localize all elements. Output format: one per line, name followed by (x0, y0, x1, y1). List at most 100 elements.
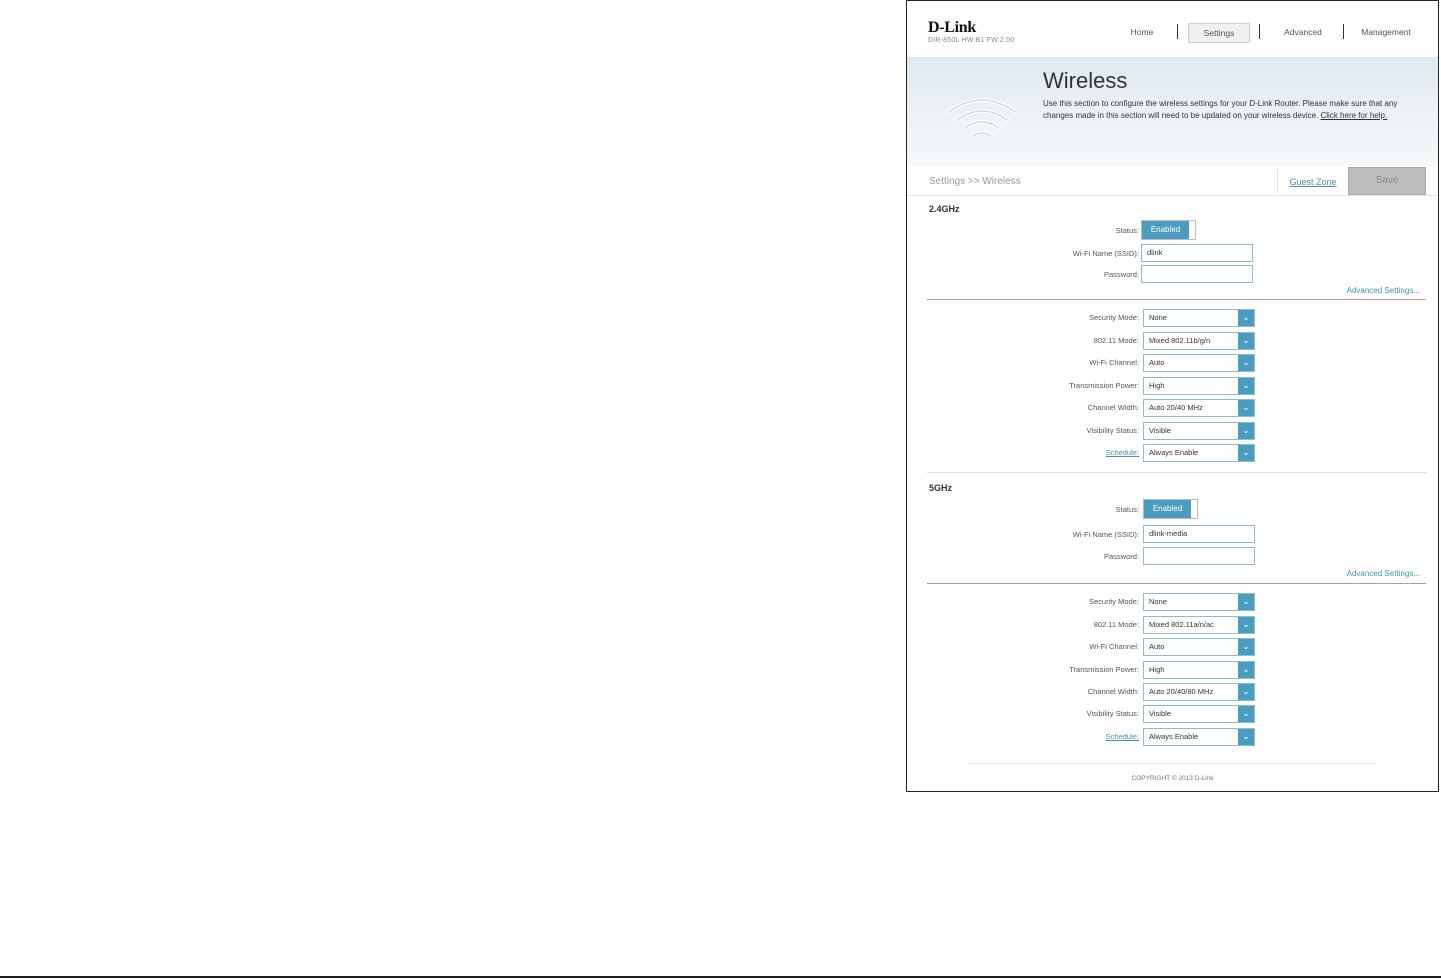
select-value: Mixed 802.11b/g/n (1149, 336, 1211, 345)
status-label: Status: (1115, 505, 1139, 514)
chevron-down-icon[interactable]: ⌄ (1238, 729, 1254, 745)
page-bottom-rule (0, 976, 1441, 978)
ssid-label: Wi-Fi Name (SSID): (1072, 249, 1139, 258)
nav-home[interactable]: Home (1119, 23, 1165, 41)
chevron-down-icon[interactable]: ⌄ (1238, 445, 1254, 461)
field-label: 802.11 Mode: (1093, 620, 1139, 629)
page-title: Wireless (1043, 68, 1128, 93)
ssid-input-24ghz[interactable]: dlink (1141, 244, 1253, 262)
chevron-down-icon[interactable]: ⌄ (1238, 706, 1254, 722)
security-mode-select-5ghz[interactable]: None ⌄ (1143, 593, 1255, 611)
width-select-5ghz[interactable]: Auto 20/40/80 MHz ⌄ (1143, 683, 1255, 701)
mode-select-5ghz[interactable]: Mixed 802.11a/n/ac ⌄ (1143, 616, 1255, 634)
chevron-down-icon[interactable]: ⌄ (1238, 333, 1254, 349)
chevron-down-icon[interactable]: ⌄ (1238, 378, 1254, 394)
chevron-down-icon[interactable]: ⌄ (1238, 355, 1254, 371)
page-banner: Wireless Use this section to configure t… (907, 58, 1438, 166)
chevron-down-icon[interactable]: ⌄ (1238, 617, 1254, 633)
select-value: Mixed 802.11a/n/ac (1149, 620, 1214, 629)
field-label: Wi-Fi Channel: (1089, 358, 1139, 367)
divider (927, 472, 1426, 473)
status-toggle-label: Enabled (1142, 221, 1189, 239)
ssid-label: Wi-Fi Name (SSID): (1072, 530, 1139, 539)
divider (927, 583, 1426, 584)
password-label: Password: (1103, 552, 1139, 561)
breadcrumb: Settings >> Wireless (929, 176, 1021, 187)
ssid-input-5ghz[interactable]: dlink-media (1143, 525, 1255, 543)
model-info: DIR-850L HW:B1 FW:2.00 (928, 37, 1015, 44)
schedule-link-24ghz[interactable]: Schedule: (907, 448, 1139, 457)
field-label: 802.11 Mode: (1093, 336, 1139, 345)
select-value: Auto 20/40 MHz (1149, 403, 1203, 412)
router-admin-window: D-Link DIR-850L HW:B1 FW:2.00 Home Setti… (906, 0, 1439, 792)
chevron-down-icon[interactable]: ⌄ (1238, 310, 1254, 326)
visibility-select-5ghz[interactable]: Visible ⌄ (1143, 705, 1255, 723)
width-select-24ghz[interactable]: Auto 20/40 MHz ⌄ (1143, 399, 1255, 417)
select-value: Auto (1149, 642, 1165, 651)
nav-settings[interactable]: Settings (1188, 23, 1250, 43)
schedule-link-5ghz[interactable]: Schedule: (907, 732, 1139, 741)
power-select-5ghz[interactable]: High ⌄ (1143, 661, 1255, 679)
page-description: Use this section to configure the wirele… (1043, 98, 1413, 122)
nav-separator (1177, 24, 1178, 39)
schedule-select-5ghz[interactable]: Always Enable ⌄ (1143, 728, 1255, 746)
visibility-select-24ghz[interactable]: Visible ⌄ (1143, 422, 1255, 440)
nav-separator (1343, 24, 1344, 39)
help-link[interactable]: Click here for help. (1321, 111, 1388, 120)
chevron-down-icon[interactable]: ⌄ (1238, 423, 1254, 439)
select-value: Always Enable (1149, 732, 1199, 741)
field-label: Security Mode: (1088, 597, 1139, 606)
password-input-24ghz[interactable] (1141, 265, 1253, 283)
advanced-settings-link-24ghz[interactable]: Advanced Settings... (1347, 286, 1420, 295)
chevron-down-icon[interactable]: ⌄ (1238, 684, 1254, 700)
chevron-down-icon[interactable]: ⌄ (1238, 662, 1254, 678)
chevron-down-icon[interactable]: ⌄ (1238, 594, 1254, 610)
field-label: Visibility Status: (1086, 709, 1139, 718)
select-value: Always Enable (1149, 448, 1199, 457)
divider (927, 299, 1426, 300)
top-bar: D-Link DIR-850L HW:B1 FW:2.00 Home Setti… (907, 1, 1438, 58)
schedule-select-24ghz[interactable]: Always Enable ⌄ (1143, 444, 1255, 462)
mode-select-24ghz[interactable]: Mixed 802.11b/g/n ⌄ (1143, 332, 1255, 350)
field-label: Channel Width: (1087, 403, 1139, 412)
save-button[interactable]: Save (1348, 167, 1426, 195)
select-value: High (1149, 665, 1165, 674)
copyright: COPYRIGHT © 2013 D-Link (1131, 775, 1214, 782)
password-input-5ghz[interactable] (1143, 547, 1255, 565)
select-value: None (1149, 597, 1167, 606)
field-label: Channel Width: (1087, 687, 1139, 696)
wifi-icon (947, 98, 1017, 138)
status-toggle-24ghz[interactable]: Enabled (1141, 220, 1196, 240)
select-value: Visible (1149, 709, 1171, 718)
select-value: Auto 20/40/80 MHz (1149, 687, 1214, 696)
nav-separator (1259, 24, 1260, 39)
status-label: Status: (1115, 226, 1139, 235)
field-label: Security Mode: (1088, 313, 1139, 322)
dlink-logo: D-Link (928, 19, 976, 36)
channel-select-24ghz[interactable]: Auto ⌄ (1143, 354, 1255, 372)
chevron-down-icon[interactable]: ⌄ (1238, 639, 1254, 655)
field-label: Transmission Power: (1069, 381, 1139, 390)
field-label: Wi-Fi Channel: (1089, 642, 1139, 651)
footer-divider (967, 763, 1377, 764)
status-toggle-label: Enabled (1144, 500, 1191, 518)
nav-management[interactable]: Management (1355, 23, 1417, 41)
password-label: Password: (1103, 270, 1139, 279)
select-value: Auto (1149, 358, 1165, 367)
advanced-settings-link-5ghz[interactable]: Advanced Settings... (1347, 569, 1420, 578)
security-mode-select-24ghz[interactable]: None ⌄ (1143, 309, 1255, 327)
channel-select-5ghz[interactable]: Auto ⌄ (1143, 638, 1255, 656)
guest-zone-link[interactable]: Guest Zone (1277, 169, 1348, 193)
select-value: High (1149, 381, 1165, 390)
chevron-down-icon[interactable]: ⌄ (1238, 400, 1254, 416)
select-value: Visible (1149, 426, 1171, 435)
breadcrumb-bar: Settings >> Wireless Guest Zone Save (907, 167, 1438, 196)
power-select-24ghz[interactable]: High ⌄ (1143, 377, 1255, 395)
select-value: None (1149, 313, 1167, 322)
field-label: Visibility Status: (1086, 426, 1139, 435)
field-label: Transmission Power: (1069, 665, 1139, 674)
band-5ghz-title: 5GHz (929, 483, 953, 493)
nav-advanced[interactable]: Advanced (1275, 23, 1331, 41)
status-toggle-5ghz[interactable]: Enabled (1143, 499, 1198, 519)
band-24ghz-title: 2.4GHz (929, 204, 960, 214)
